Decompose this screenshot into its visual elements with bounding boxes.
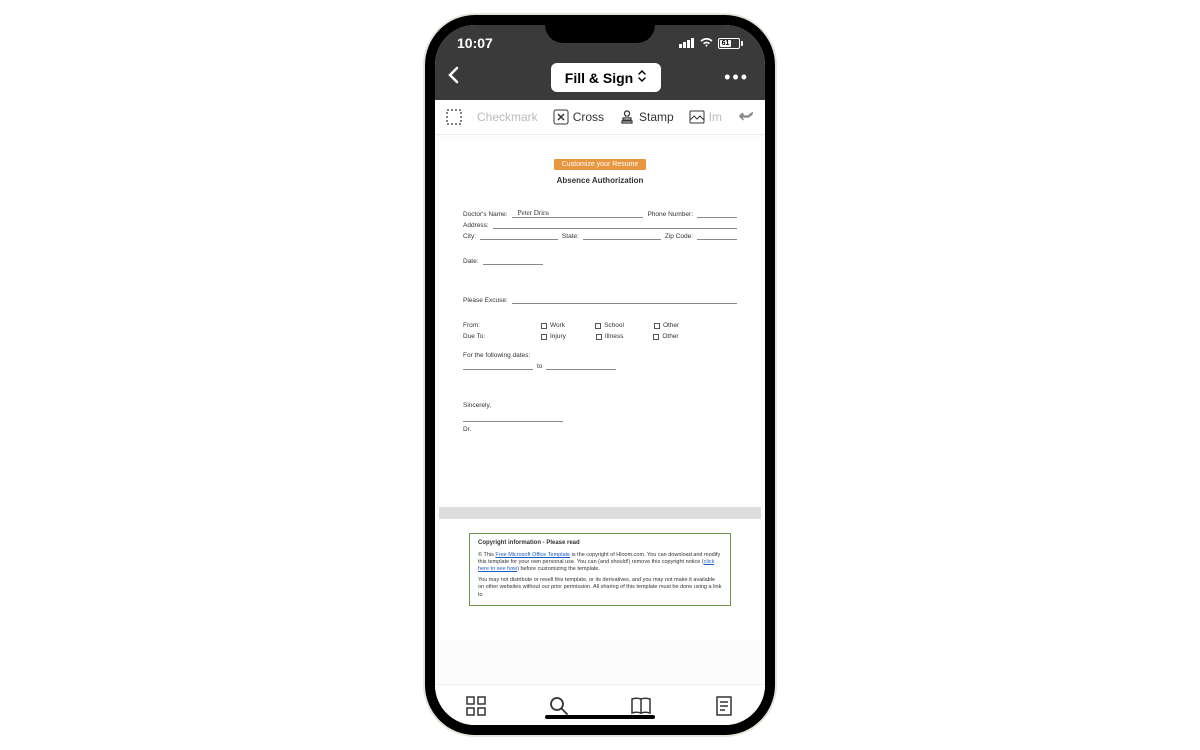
document-content[interactable]: Customize your Resume Absence Authorizat… [435, 135, 765, 684]
label-dr: Dr. [463, 426, 471, 433]
field-state[interactable] [583, 239, 661, 240]
more-button[interactable]: ••• [724, 67, 749, 88]
chevron-updown-icon [637, 69, 647, 86]
cb-school[interactable]: School [595, 322, 624, 329]
field-doctor[interactable]: Peter Driru [512, 217, 644, 218]
label-phone: Phone Number: [647, 211, 693, 218]
cb-other1[interactable]: Other [654, 322, 679, 329]
label-fordates: For the following dates: [463, 352, 530, 359]
label-city: City: [463, 233, 476, 240]
cb-other2[interactable]: Other [653, 333, 678, 340]
copyright-p2: You may not distribute or resell this te… [478, 577, 722, 598]
field-address[interactable] [493, 228, 737, 229]
label-from: From: [463, 322, 480, 329]
copyright-box: Copyright information - Please read © Th… [469, 533, 731, 606]
label-sincerely: Sincerely, [463, 402, 491, 409]
home-indicator[interactable] [545, 715, 655, 719]
label-doctor: Doctor's Name: [463, 211, 508, 218]
field-signature[interactable] [463, 421, 563, 422]
mode-selector[interactable]: Fill & Sign [551, 63, 661, 92]
checkmark-tool[interactable]: Checkmark [477, 110, 538, 124]
copyright-p1: © This Free Microsoft Office Template is… [478, 552, 722, 573]
cross-icon [552, 108, 570, 126]
label-zip: Zip Code: [665, 233, 693, 240]
doc-title: Absence Authorization [463, 176, 737, 185]
app-header: Fill & Sign ••• [435, 55, 765, 100]
undo-button[interactable] [737, 108, 755, 126]
label-date: Date: [463, 258, 479, 265]
status-right: 61 [679, 35, 743, 51]
field-phone[interactable] [697, 217, 737, 218]
image-tool[interactable]: Im [688, 108, 722, 126]
label-state: State: [562, 233, 579, 240]
back-button[interactable] [447, 66, 459, 90]
nav-grid-button[interactable] [465, 695, 487, 717]
select-icon [445, 108, 463, 126]
label-excuse: Please Excuse: [463, 297, 508, 304]
field-zip[interactable] [697, 239, 737, 240]
field-date-to[interactable] [546, 369, 616, 370]
document-page-2: Copyright information - Please read © Th… [463, 519, 737, 620]
stamp-tool[interactable]: Stamp [618, 108, 674, 126]
document-page-1: Customize your Resume Absence Authorizat… [439, 139, 761, 640]
label-dueto: Due To: [463, 333, 485, 340]
label-address: Address: [463, 222, 489, 229]
phone-frame: 10:07 61 Fill & Sign [425, 15, 775, 735]
link-template[interactable]: Free Microsoft Office Template [495, 552, 570, 558]
page-separator [439, 507, 761, 519]
nav-search-button[interactable] [548, 695, 570, 717]
battery-icon: 61 [718, 38, 743, 49]
signal-icon [679, 35, 695, 51]
nav-book-button[interactable] [630, 695, 652, 717]
cb-work[interactable]: Work [541, 322, 565, 329]
field-city[interactable] [480, 239, 558, 240]
wifi-icon [699, 35, 714, 51]
image-icon [688, 108, 706, 126]
stamp-label: Stamp [639, 110, 674, 124]
mode-label: Fill & Sign [565, 70, 633, 86]
field-date-from[interactable] [463, 369, 533, 370]
notch [545, 15, 655, 43]
checkmark-label: Checkmark [477, 110, 538, 124]
field-excuse[interactable] [512, 303, 737, 304]
label-to: to [537, 363, 542, 370]
customize-button[interactable]: Customize your Resume [554, 159, 647, 170]
copyright-heading: Copyright information - Please read [478, 540, 722, 548]
nav-document-button[interactable] [713, 695, 735, 717]
cross-label: Cross [573, 110, 604, 124]
stamp-icon [618, 108, 636, 126]
cross-tool[interactable]: Cross [552, 108, 604, 126]
cb-illness[interactable]: Illness [596, 333, 623, 340]
undo-icon [737, 108, 755, 126]
screen: 10:07 61 Fill & Sign [435, 25, 765, 725]
field-date[interactable] [483, 264, 543, 265]
status-time: 10:07 [457, 35, 493, 51]
select-tool[interactable] [445, 108, 463, 126]
cb-injury[interactable]: Injury [541, 333, 566, 340]
toolbar: Checkmark Cross Stamp Im [435, 100, 765, 135]
image-label: Im [709, 110, 722, 124]
value-doctor: Peter Driru [518, 209, 549, 217]
